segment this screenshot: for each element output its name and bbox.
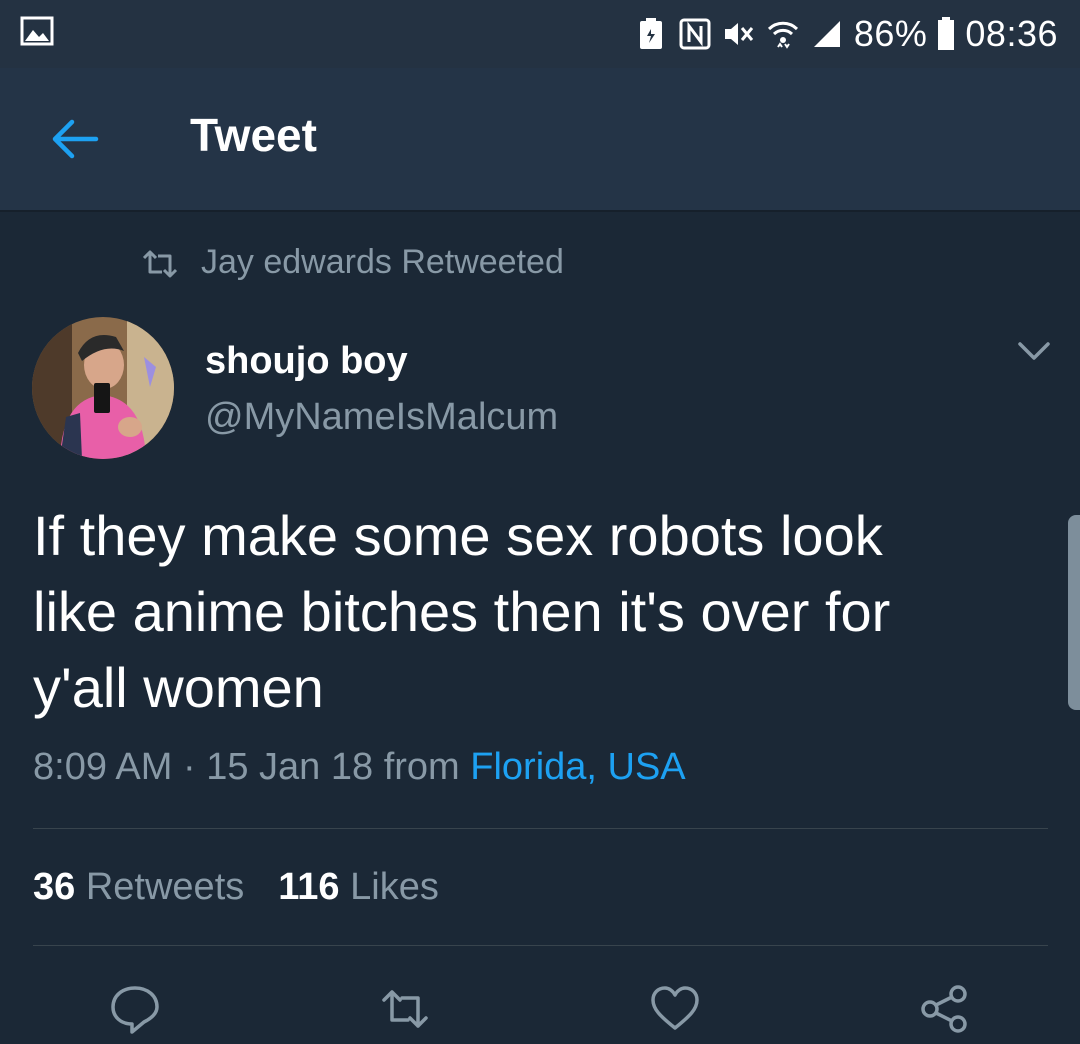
app-header: Tweet (0, 68, 1080, 212)
tweet-location[interactable]: Florida, USA (470, 746, 685, 788)
display-name[interactable]: shoujo boy (205, 340, 408, 383)
retweeted-icon (142, 250, 178, 278)
back-arrow-icon[interactable] (48, 116, 102, 162)
tweet-text: If they make some sex robots look like a… (33, 504, 891, 719)
tweet-meta: 8:09 AM · 15 Jan 18 from Florida, USA (33, 746, 686, 789)
status-icons: 86% 08:36 (634, 8, 1058, 60)
battery-icon (938, 17, 955, 50)
meta-separator: · (182, 746, 196, 788)
from-label: from (383, 746, 460, 788)
battery-saver-icon (639, 18, 662, 49)
likes-label: Likes (350, 866, 439, 908)
status-bar: 86% 08:36 (0, 0, 1080, 68)
retweets-count: 36 (33, 866, 76, 908)
tweet-stats: 36 Retweets 116 Likes (33, 866, 439, 909)
nfc-icon (679, 18, 711, 50)
likes-count: 116 (278, 866, 340, 908)
retweet-context-text: Jay edwards Retweeted (201, 243, 564, 281)
divider (33, 945, 1048, 946)
status-time: 08:36 (965, 13, 1058, 54)
gallery-icon (20, 16, 54, 46)
retweet-icon[interactable] (378, 982, 432, 1036)
chevron-down-icon[interactable] (1016, 340, 1052, 364)
tweet-date: 15 Jan 18 (206, 746, 374, 788)
reply-icon[interactable] (108, 982, 162, 1036)
user-handle[interactable]: @MyNameIsMalcum (205, 396, 558, 439)
page-title: Tweet (190, 109, 317, 161)
tweet-time: 8:09 AM (33, 746, 173, 788)
likes-stat[interactable]: 116 Likes (278, 866, 439, 908)
retweets-stat[interactable]: 36 Retweets (33, 866, 244, 908)
signal-icon (813, 21, 840, 47)
avatar[interactable] (32, 317, 174, 459)
battery-percent: 86% (853, 13, 928, 54)
retweets-label: Retweets (85, 866, 245, 908)
share-icon[interactable] (918, 982, 972, 1036)
divider (33, 828, 1048, 829)
like-icon[interactable] (648, 982, 702, 1036)
scrollbar[interactable] (1068, 515, 1080, 710)
mute-icon (724, 23, 753, 45)
wifi-icon (767, 21, 798, 49)
